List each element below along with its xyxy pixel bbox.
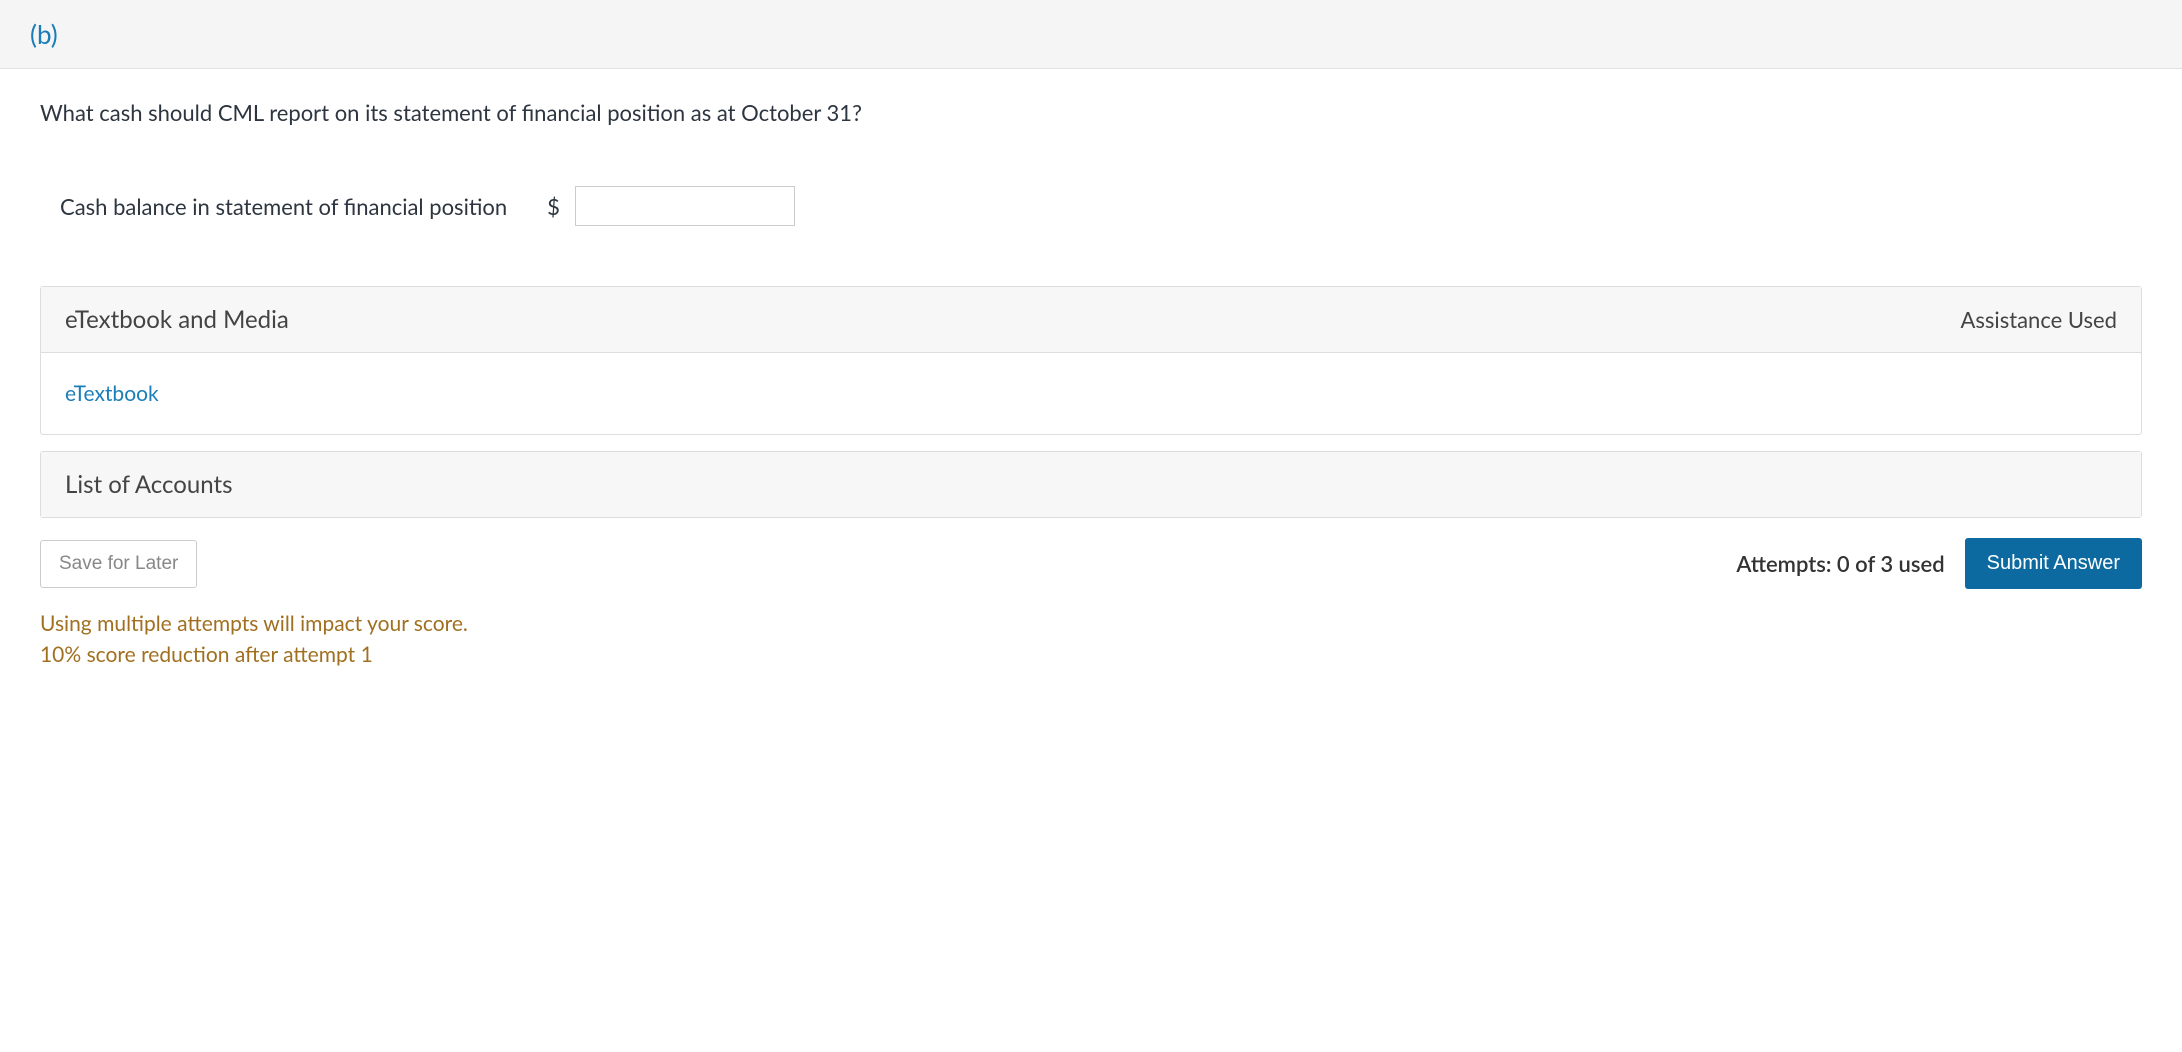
footer-row: Save for Later Attempts: 0 of 3 used Sub… <box>40 538 2142 589</box>
etextbook-media-title: eTextbook and Media <box>65 305 289 334</box>
question-text: What cash should CML report on its state… <box>40 99 2142 126</box>
warning-line-1: Using multiple attempts will impact your… <box>40 611 2142 636</box>
list-of-accounts-header[interactable]: List of Accounts <box>41 452 2141 517</box>
part-header: (b) <box>0 0 2182 69</box>
currency-symbol: $ <box>547 193 560 220</box>
part-label: (b) <box>30 18 58 50</box>
etextbook-media-header[interactable]: eTextbook and Media Assistance Used <box>41 287 2141 352</box>
warning-line-2: 10% score reduction after attempt 1 <box>40 642 2142 667</box>
input-row: Cash balance in statement of financial p… <box>40 186 2142 226</box>
content-area: What cash should CML report on its state… <box>0 69 2182 599</box>
list-of-accounts-title: List of Accounts <box>65 470 233 499</box>
attempts-text: Attempts: 0 of 3 used <box>1736 550 1944 577</box>
assistance-used-label: Assistance Used <box>1960 306 2117 333</box>
input-label: Cash balance in statement of financial p… <box>60 193 507 220</box>
list-of-accounts-panel: List of Accounts <box>40 451 2142 518</box>
currency-group: $ <box>547 186 795 226</box>
etextbook-media-body: eTextbook <box>41 352 2141 434</box>
save-for-later-button[interactable]: Save for Later <box>40 540 197 588</box>
footer-right: Attempts: 0 of 3 used Submit Answer <box>1736 538 2142 589</box>
cash-balance-input[interactable] <box>575 186 795 226</box>
etextbook-link[interactable]: eTextbook <box>65 381 159 406</box>
etextbook-media-panel: eTextbook and Media Assistance Used eTex… <box>40 286 2142 435</box>
warnings-block: Using multiple attempts will impact your… <box>0 599 2182 677</box>
submit-answer-button[interactable]: Submit Answer <box>1965 538 2142 589</box>
